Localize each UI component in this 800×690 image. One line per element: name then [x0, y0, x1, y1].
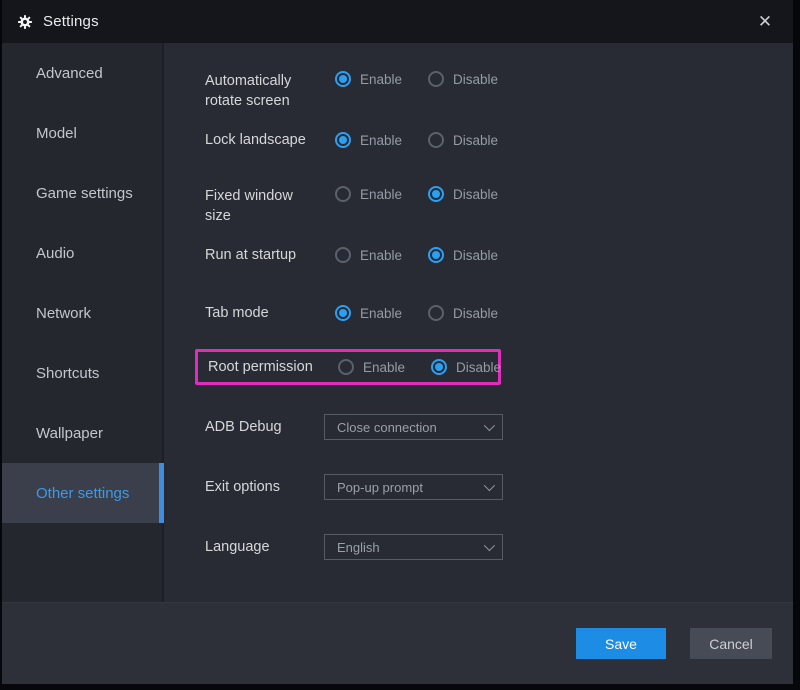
dropdown-value: Close connection	[337, 420, 484, 435]
sidebar-item-label: Audio	[36, 245, 74, 262]
window-title: Settings	[43, 13, 99, 30]
sidebar-item-label: Wallpaper	[36, 425, 103, 442]
radio-label: Enable	[360, 133, 402, 148]
setting-label: Run at startup	[205, 245, 335, 265]
radio-icon[interactable]	[335, 186, 351, 202]
radio-option-enable[interactable]: Enable	[335, 186, 402, 202]
gear-icon	[16, 13, 34, 31]
radio-group: Enable Disable	[335, 186, 524, 202]
radio-option-enable[interactable]: Enable	[335, 132, 402, 148]
setting-label: Root permission	[208, 357, 338, 377]
radio-group: Enable Disable	[335, 247, 524, 263]
setting-label: Exit options	[205, 477, 324, 497]
radio-option-disable[interactable]: Disable	[428, 186, 498, 202]
sidebar-item-network[interactable]: Network	[2, 283, 162, 343]
dropdown-value: English	[337, 540, 484, 555]
sidebar-item-shortcuts[interactable]: Shortcuts	[2, 343, 162, 403]
exit-options-dropdown[interactable]: Pop-up prompt	[324, 474, 503, 500]
setting-label: Lock landscape	[205, 130, 335, 150]
radio-icon[interactable]	[428, 186, 444, 202]
footer-bar: Save Cancel	[2, 602, 793, 684]
radio-label: Enable	[360, 187, 402, 202]
setting-row-fixed-window-size: Fixed window size Enable Disable	[205, 184, 793, 240]
setting-row-tab-mode: Tab mode Enable Disable	[205, 298, 793, 328]
radio-option-enable[interactable]: Enable	[335, 247, 402, 263]
sidebar-item-label: Network	[36, 305, 91, 322]
setting-label: Tab mode	[205, 303, 335, 323]
sidebar: Advanced Model Game settings Audio Netwo…	[2, 43, 164, 602]
sidebar-item-label: Model	[36, 125, 77, 142]
chevron-down-icon	[484, 480, 495, 491]
sidebar-item-label: Other settings	[36, 485, 129, 502]
radio-label: Enable	[360, 306, 402, 321]
radio-icon[interactable]	[428, 305, 444, 321]
radio-icon[interactable]	[428, 71, 444, 87]
radio-option-disable[interactable]: Disable	[431, 359, 501, 375]
save-button[interactable]: Save	[576, 628, 666, 659]
sidebar-item-label: Advanced	[36, 65, 103, 82]
radio-option-disable[interactable]: Disable	[428, 71, 498, 87]
setting-row-adb-debug: ADB Debug Close connection	[205, 414, 793, 440]
radio-label: Disable	[453, 72, 498, 87]
title-bar: Settings ✕	[2, 0, 793, 43]
sidebar-item-label: Shortcuts	[36, 365, 99, 382]
setting-label: Fixed window size	[205, 186, 335, 226]
radio-option-enable[interactable]: Enable	[335, 305, 402, 321]
settings-panel: Automatically rotate screen Enable Disab…	[164, 43, 793, 602]
radio-label: Disable	[456, 360, 501, 375]
radio-label: Disable	[453, 187, 498, 202]
setting-row-auto-rotate: Automatically rotate screen Enable Disab…	[205, 69, 793, 125]
sidebar-item-other-settings[interactable]: Other settings	[2, 463, 162, 523]
radio-group: Enable Disable	[335, 71, 524, 87]
radio-group: Enable Disable	[335, 305, 524, 321]
radio-icon[interactable]	[431, 359, 447, 375]
radio-label: Enable	[360, 248, 402, 263]
radio-label: Enable	[363, 360, 405, 375]
radio-option-disable[interactable]: Disable	[428, 305, 498, 321]
radio-option-enable[interactable]: Enable	[335, 71, 402, 87]
sidebar-item-advanced[interactable]: Advanced	[2, 43, 162, 103]
sidebar-item-audio[interactable]: Audio	[2, 223, 162, 283]
radio-label: Disable	[453, 248, 498, 263]
setting-label: Automatically rotate screen	[205, 71, 335, 111]
radio-group: Enable Disable	[335, 132, 524, 148]
setting-row-language: Language English	[205, 534, 793, 560]
radio-icon[interactable]	[428, 247, 444, 263]
setting-row-run-at-startup: Run at startup Enable Disable	[205, 240, 793, 270]
sidebar-item-wallpaper[interactable]: Wallpaper	[2, 403, 162, 463]
radio-group: Enable Disable	[338, 359, 527, 375]
setting-row-root-permission-highlighted: Root permission Enable Disable	[195, 349, 501, 385]
setting-label: Language	[205, 537, 324, 557]
chevron-down-icon	[484, 420, 495, 431]
setting-row-lock-landscape: Lock landscape Enable Disable	[205, 125, 793, 155]
radio-icon[interactable]	[335, 132, 351, 148]
settings-window: Settings ✕ Advanced Model Game settings …	[2, 0, 793, 684]
sidebar-item-label: Game settings	[36, 185, 133, 202]
setting-label: ADB Debug	[205, 417, 324, 437]
sidebar-item-model[interactable]: Model	[2, 103, 162, 163]
sidebar-item-game-settings[interactable]: Game settings	[2, 163, 162, 223]
setting-row-exit-options: Exit options Pop-up prompt	[205, 474, 793, 500]
radio-option-enable[interactable]: Enable	[338, 359, 405, 375]
radio-label: Disable	[453, 306, 498, 321]
radio-icon[interactable]	[428, 132, 444, 148]
close-icon[interactable]: ✕	[751, 8, 779, 36]
radio-label: Disable	[453, 133, 498, 148]
radio-option-disable[interactable]: Disable	[428, 132, 498, 148]
radio-icon[interactable]	[335, 71, 351, 87]
language-dropdown[interactable]: English	[324, 534, 503, 560]
chevron-down-icon	[484, 540, 495, 551]
cancel-button[interactable]: Cancel	[690, 628, 772, 659]
radio-icon[interactable]	[335, 305, 351, 321]
adb-debug-dropdown[interactable]: Close connection	[324, 414, 503, 440]
radio-icon[interactable]	[335, 247, 351, 263]
dropdown-value: Pop-up prompt	[337, 480, 484, 495]
radio-icon[interactable]	[338, 359, 354, 375]
radio-option-disable[interactable]: Disable	[428, 247, 498, 263]
radio-label: Enable	[360, 72, 402, 87]
